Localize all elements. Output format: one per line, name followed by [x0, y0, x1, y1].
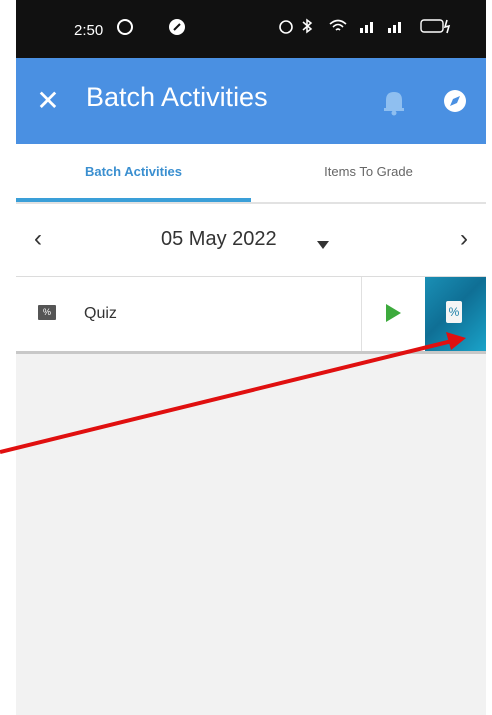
app-icon: [168, 18, 186, 40]
signal-icon: [358, 18, 414, 38]
page-title: Batch Activities: [86, 82, 268, 112]
bluetooth-icon: [300, 18, 314, 38]
date-selector[interactable]: 05 May 2022: [161, 228, 277, 251]
phone-screen: 2:50 ✕ Batch Activities Batch Activities…: [16, 0, 486, 715]
tab-bar: Batch Activities Items To Grade: [16, 144, 486, 204]
activity-label: Quiz: [84, 305, 117, 322]
tab-batch-activities[interactable]: Batch Activities: [16, 144, 251, 202]
bell-icon[interactable]: [381, 86, 407, 116]
row-divider: [361, 277, 362, 351]
play-icon[interactable]: [384, 303, 402, 323]
date-navigator: ‹ 05 May 2022 ›: [16, 204, 486, 277]
wifi-icon: [328, 18, 348, 38]
tab-items-to-grade[interactable]: Items To Grade: [251, 144, 486, 202]
status-bar: 2:50: [16, 0, 486, 58]
app-bar: ✕ Batch Activities: [16, 58, 486, 144]
compass-icon[interactable]: [440, 86, 470, 116]
previous-date-button[interactable]: ‹: [26, 224, 50, 254]
alarm-icon: [278, 18, 294, 38]
close-button[interactable]: ✕: [34, 84, 62, 118]
quiz-badge-icon: %: [38, 305, 56, 320]
battery-icon: [420, 18, 454, 36]
grade-percent-icon: %: [446, 301, 462, 323]
content-area: [16, 354, 486, 715]
grade-tile-button[interactable]: %: [425, 277, 486, 351]
activity-row-quiz[interactable]: % Quiz %: [16, 277, 486, 354]
status-time: 2:50: [74, 22, 104, 39]
dropdown-caret-icon[interactable]: [316, 237, 330, 249]
next-date-button[interactable]: ›: [452, 224, 476, 254]
whatsapp-icon: [116, 18, 134, 40]
